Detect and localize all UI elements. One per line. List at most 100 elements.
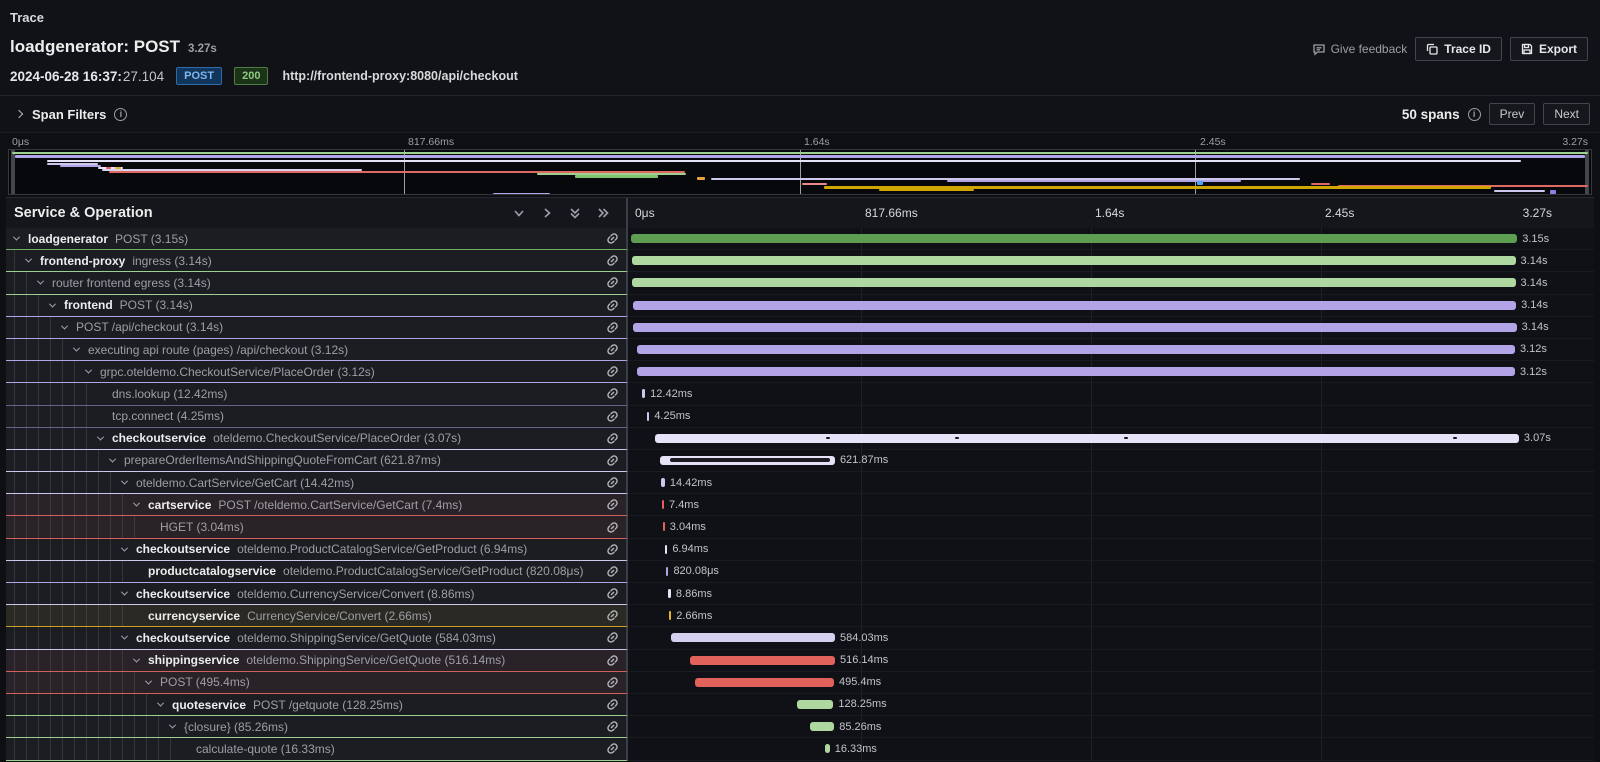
chevron-down-icon[interactable] xyxy=(50,303,64,308)
span-link-icon[interactable] xyxy=(606,299,626,312)
span-timeline-cell[interactable]: 495.4ms xyxy=(628,672,1594,694)
span-bar[interactable] xyxy=(642,389,645,398)
span-link-icon[interactable] xyxy=(606,498,626,511)
chevron-down-icon[interactable] xyxy=(38,280,52,285)
span-bar[interactable] xyxy=(661,478,665,487)
span-name-cell[interactable]: frontend-proxyingress (3.14s) xyxy=(6,250,628,272)
span-link-icon[interactable] xyxy=(606,565,626,578)
span-bar[interactable] xyxy=(647,412,649,421)
span-bar[interactable] xyxy=(825,744,830,753)
chevron-down-icon[interactable] xyxy=(146,680,160,685)
span-timeline-cell[interactable]: 16.33ms xyxy=(628,738,1594,760)
span-name-cell[interactable]: calculate-quote (16.33ms) xyxy=(6,738,628,760)
span-name-cell[interactable]: checkoutserviceoteldemo.CheckoutService/… xyxy=(6,428,628,450)
span-bar[interactable] xyxy=(797,700,833,709)
prev-button[interactable]: Prev xyxy=(1489,103,1536,125)
span-link-icon[interactable] xyxy=(606,609,626,622)
chevron-down-icon[interactable] xyxy=(122,635,136,640)
span-name-cell[interactable]: checkoutserviceoteldemo.ProductCatalogSe… xyxy=(6,539,628,561)
span-name-cell[interactable]: grpc.oteldemo.CheckoutService/PlaceOrder… xyxy=(6,361,628,383)
chevron-down-icon[interactable] xyxy=(62,325,76,330)
chevron-down-icon[interactable] xyxy=(170,724,184,729)
span-link-icon[interactable] xyxy=(606,343,626,356)
span-name-cell[interactable]: dns.lookup (12.42ms) xyxy=(6,383,628,405)
span-timeline-cell[interactable]: 128.25ms xyxy=(628,694,1594,716)
span-name-cell[interactable]: oteldemo.CartService/GetCart (14.42ms) xyxy=(6,472,628,494)
expand-all-icon[interactable] xyxy=(596,206,610,220)
span-name-cell[interactable]: quoteservicePOST /getquote (128.25ms) xyxy=(6,694,628,716)
chevron-down-icon[interactable] xyxy=(98,436,112,441)
chevron-down-icon[interactable] xyxy=(14,236,28,241)
span-timeline-cell[interactable]: 7.4ms xyxy=(628,494,1594,516)
next-button[interactable]: Next xyxy=(1543,103,1590,125)
span-timeline-cell[interactable]: 3.04ms xyxy=(628,516,1594,538)
span-link-icon[interactable] xyxy=(606,365,626,378)
span-name-cell[interactable]: POST (495.4ms) xyxy=(6,672,628,694)
minimap-right-handle[interactable] xyxy=(1585,150,1589,194)
span-bar[interactable] xyxy=(669,611,671,620)
span-link-icon[interactable] xyxy=(606,587,626,600)
span-name-cell[interactable]: productcatalogserviceoteldemo.ProductCat… xyxy=(6,561,628,583)
span-timeline-cell[interactable]: 6.94ms xyxy=(628,539,1594,561)
span-bar[interactable] xyxy=(663,522,665,531)
span-name-cell[interactable]: tcp.connect (4.25ms) xyxy=(6,406,628,428)
span-name-cell[interactable]: POST /api/checkout (3.14s) xyxy=(6,317,628,339)
span-bar[interactable] xyxy=(655,434,1519,443)
span-link-icon[interactable] xyxy=(606,720,626,733)
span-bar[interactable] xyxy=(690,656,835,665)
span-bar[interactable] xyxy=(665,545,667,554)
span-timeline-cell[interactable]: 584.03ms xyxy=(628,627,1594,649)
span-name-cell[interactable]: executing api route (pages) /api/checkou… xyxy=(6,339,628,361)
expand-one-icon[interactable] xyxy=(540,206,554,220)
span-timeline-cell[interactable]: 8.86ms xyxy=(628,583,1594,605)
span-name-cell[interactable]: prepareOrderItemsAndShippingQuoteFromCar… xyxy=(6,450,628,472)
chevron-down-icon[interactable] xyxy=(122,591,136,596)
chevron-down-icon[interactable] xyxy=(26,258,40,263)
chevron-down-icon[interactable] xyxy=(122,480,136,485)
span-timeline-cell[interactable]: 2.66ms xyxy=(628,605,1594,627)
export-button[interactable]: Export xyxy=(1510,37,1588,61)
chevron-down-icon[interactable] xyxy=(134,658,148,663)
span-bar[interactable] xyxy=(660,456,835,465)
span-bar[interactable] xyxy=(637,367,1515,376)
span-timeline-cell[interactable]: 3.12s xyxy=(628,339,1594,361)
span-name-cell[interactable]: frontendPOST (3.14s) xyxy=(6,295,628,317)
chevron-down-icon[interactable] xyxy=(158,702,172,707)
span-timeline-cell[interactable]: 3.14s xyxy=(628,295,1594,317)
span-bar[interactable] xyxy=(632,256,1515,265)
span-link-icon[interactable] xyxy=(606,654,626,667)
span-bar[interactable] xyxy=(637,345,1515,354)
span-link-icon[interactable] xyxy=(606,254,626,267)
span-bar[interactable] xyxy=(631,234,1517,243)
span-link-icon[interactable] xyxy=(606,432,626,445)
trace-id-button[interactable]: Trace ID xyxy=(1415,37,1502,61)
info-icon[interactable]: i xyxy=(1468,108,1481,121)
span-timeline-cell[interactable]: 3.14s xyxy=(628,317,1594,339)
span-link-icon[interactable] xyxy=(606,698,626,711)
span-name-cell[interactable]: checkoutserviceoteldemo.CurrencyService/… xyxy=(6,583,628,605)
span-link-icon[interactable] xyxy=(606,742,626,755)
chevron-down-icon[interactable] xyxy=(134,502,148,507)
span-timeline-cell[interactable]: 4.25ms xyxy=(628,406,1594,428)
span-timeline-cell[interactable]: 3.14s xyxy=(628,250,1594,272)
span-timeline-cell[interactable]: 3.14s xyxy=(628,272,1594,294)
span-timeline-cell[interactable]: 621.87ms xyxy=(628,450,1594,472)
minimap-canvas[interactable] xyxy=(8,149,1592,195)
chevron-right-icon[interactable] xyxy=(15,110,23,118)
span-name-cell[interactable]: loadgeneratorPOST (3.15s) xyxy=(6,228,628,250)
span-link-icon[interactable] xyxy=(606,232,626,245)
span-name-cell[interactable]: currencyserviceCurrencyService/Convert (… xyxy=(6,605,628,627)
span-link-icon[interactable] xyxy=(606,387,626,400)
span-filters-label[interactable]: Span Filters xyxy=(32,107,106,122)
span-timeline-cell[interactable]: 3.12s xyxy=(628,361,1594,383)
chevron-down-icon[interactable] xyxy=(110,458,124,463)
collapse-all-icon[interactable] xyxy=(568,206,582,220)
span-name-cell[interactable]: shippingserviceoteldemo.ShippingService/… xyxy=(6,650,628,672)
span-bar[interactable] xyxy=(633,323,1516,332)
span-timeline-cell[interactable]: 820.08μs xyxy=(628,561,1594,583)
span-bar[interactable] xyxy=(695,678,834,687)
span-timeline-cell[interactable]: 516.14ms xyxy=(628,650,1594,672)
span-name-cell[interactable]: HGET (3.04ms) xyxy=(6,516,628,538)
span-name-cell[interactable]: router frontend egress (3.14s) xyxy=(6,272,628,294)
span-link-icon[interactable] xyxy=(606,454,626,467)
